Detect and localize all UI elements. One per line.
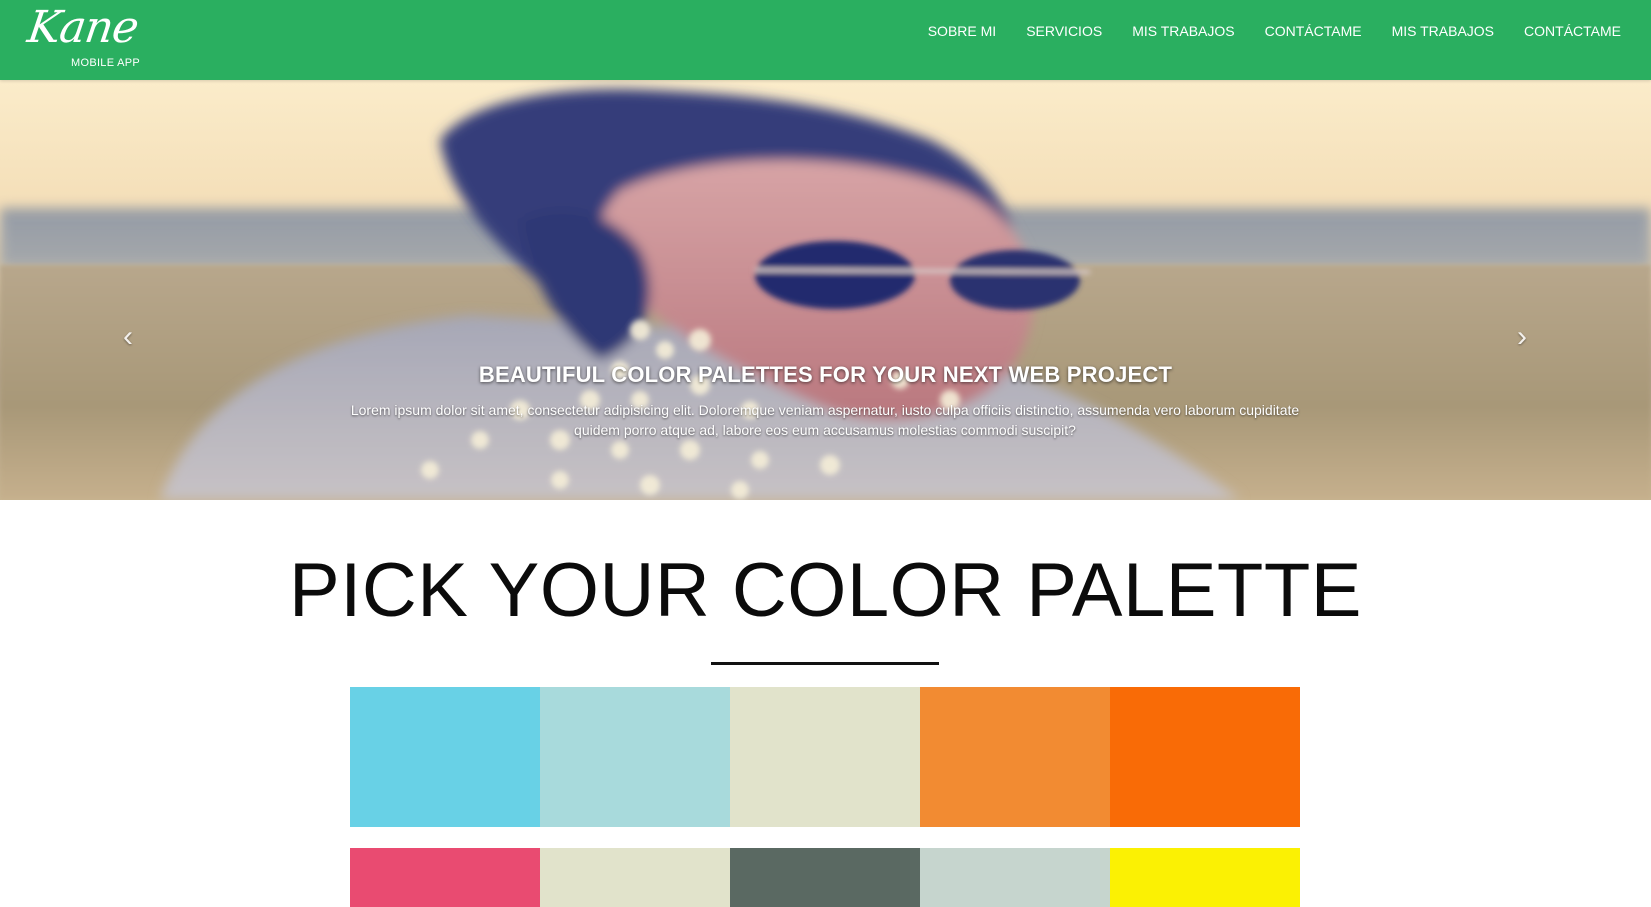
nav-link-contactame-2[interactable]: CONTÁCTAME [1524,23,1621,39]
hero-caption: BEAUTIFUL COLOR PALETTES FOR YOUR NEXT W… [0,362,1651,388]
brand-tagline: MOBILE APP [71,57,141,69]
color-swatch[interactable] [730,687,920,827]
carousel-next-button[interactable]: › [1507,317,1537,357]
color-swatch[interactable] [920,687,1110,827]
palette-section-title: PICK YOUR COLOR PALETTE [289,548,1362,633]
color-swatch[interactable] [1110,687,1300,827]
brand-logo[interactable]: Kane MOBILE APP [24,2,178,70]
color-swatch[interactable] [1110,848,1300,907]
hero-description: Lorem ipsum dolor sit amet, consectetur … [350,402,1300,438]
nav-link-sobre-mi[interactable]: SOBRE MI [928,23,996,39]
palette-row-1 [350,687,1300,827]
chevron-right-icon: › [1517,320,1527,353]
nav-link-contactame[interactable]: CONTÁCTAME [1265,23,1362,39]
navbar: Kane MOBILE APP SOBRE MI SERVICIOS MIS T… [0,0,1651,80]
hero-title: BEAUTIFUL COLOR PALETTES FOR YOUR NEXT W… [478,362,1173,387]
nav-link-servicios[interactable]: SERVICIOS [1026,23,1102,39]
title-divider [711,662,939,665]
palette-row-2 [350,848,1300,907]
nav-link-mis-trabajos[interactable]: MIS TRABAJOS [1132,23,1234,39]
brand-name: Kane [24,2,142,53]
carousel-prev-button[interactable]: ‹ [113,317,143,357]
nav-link-mis-trabajos-2[interactable]: MIS TRABAJOS [1392,23,1494,39]
color-swatch[interactable] [920,848,1110,907]
chevron-left-icon: ‹ [123,320,133,353]
main-nav: SOBRE MI SERVICIOS MIS TRABAJOS CONTÁCTA… [928,0,1621,62]
color-swatch[interactable] [730,848,920,907]
color-swatch[interactable] [350,848,540,907]
color-swatch[interactable] [540,848,730,907]
color-swatch[interactable] [540,687,730,827]
color-swatch[interactable] [350,687,540,827]
